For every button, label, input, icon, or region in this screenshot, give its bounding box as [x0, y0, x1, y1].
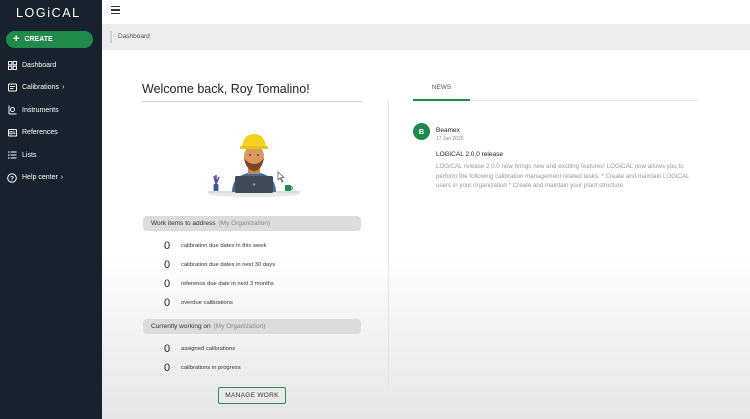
work-item-count: 0 — [164, 259, 171, 271]
sidebar-item-dashboard[interactable]: Dashboard — [0, 54, 102, 77]
page-title: Welcome back, Roy Tomalino! — [142, 82, 310, 96]
instruments-icon — [7, 105, 17, 115]
currently-working-title: Currently working on — [151, 323, 211, 330]
currently-working-header: Currently working on (My Organization) — [143, 319, 361, 334]
sidebar-item-label: References — [22, 129, 58, 137]
column-divider — [388, 100, 389, 390]
main-content: Welcome back, Roy Tomalino! Work items t… — [102, 50, 750, 419]
breadcrumb-accent — [110, 31, 112, 43]
manage-work-button[interactable]: MANAGE WORK — [218, 387, 286, 404]
work-item-row[interactable]: 0 overdue calibrations — [164, 297, 233, 309]
news-title: LOGiCAL 2.0.0 release — [436, 151, 503, 158]
chevron-right-icon: › — [60, 174, 64, 182]
work-item-count: 0 — [164, 240, 171, 252]
work-item-count: 0 — [164, 362, 171, 374]
news-divider — [470, 100, 698, 101]
work-item-count: 0 — [164, 278, 171, 290]
tab-news[interactable]: NEWS — [413, 84, 470, 91]
sidebar-item-instruments[interactable]: Instruments — [0, 99, 102, 122]
work-item-label: calibration due dates in next 30 days — [181, 262, 276, 268]
work-item-label: overdue calibrations — [181, 300, 233, 306]
sidebar: LOGiCAL + CREATE Dashboard Calibrations … — [0, 0, 102, 419]
sidebar-item-label: Lists — [22, 151, 37, 159]
work-item-label: reference due date in next 3 months — [181, 281, 274, 287]
create-button-label: CREATE — [24, 36, 53, 43]
sidebar-item-references[interactable]: References — [0, 122, 102, 145]
news-date: 17 Jun 2020 — [436, 136, 464, 142]
sidebar-nav: Dashboard Calibrations › Instruments Ref… — [0, 54, 102, 189]
work-item-label: calibration due dates in this week — [181, 243, 267, 249]
app-logo[interactable]: LOGiCAL — [16, 6, 81, 20]
dashboard-icon — [7, 60, 17, 70]
work-items-title: Work items to address — [151, 220, 216, 227]
welcome-illustration — [208, 134, 300, 197]
work-item-count: 0 — [164, 297, 171, 309]
news-body: LOGiCAL release 2.0.0 now brings new and… — [436, 163, 690, 190]
sidebar-item-label: Calibrations — [22, 84, 59, 92]
references-icon — [7, 128, 17, 138]
sidebar-item-label: Instruments — [22, 106, 59, 114]
work-item-row[interactable]: 0 reference due date in next 3 months — [164, 278, 274, 290]
work-item-row[interactable]: 0 calibrations in progress — [164, 362, 241, 374]
top-bar — [102, 0, 750, 24]
svg-text:?: ? — [10, 175, 14, 182]
breadcrumb[interactable]: Dashboard — [118, 33, 150, 40]
sidebar-item-label: Dashboard — [22, 61, 57, 69]
lists-icon — [7, 150, 17, 160]
news-author: Beamex — [436, 127, 460, 134]
work-items-header: Work items to address (My Organization) — [143, 216, 361, 231]
breadcrumb-bar: Dashboard — [102, 24, 750, 50]
work-item-row[interactable]: 0 calibration due dates in next 30 days — [164, 259, 275, 271]
currently-working-scope: (My Organization) — [213, 323, 266, 330]
plus-icon: + — [13, 33, 20, 45]
chevron-right-icon: › — [61, 84, 65, 92]
sidebar-item-lists[interactable]: Lists — [0, 144, 102, 167]
help-icon: ? — [7, 172, 17, 183]
work-item-row[interactable]: 0 assigned calibrations — [164, 343, 235, 355]
calibrations-icon — [7, 83, 17, 93]
avatar: B — [413, 123, 430, 140]
work-item-label: calibrations in progress — [181, 365, 241, 371]
tab-news-indicator — [413, 99, 470, 101]
sidebar-item-label: Help center — [22, 174, 58, 182]
menu-icon[interactable] — [111, 6, 120, 14]
work-item-row[interactable]: 0 calibration due dates in this week — [164, 240, 266, 252]
create-button[interactable]: + CREATE — [6, 31, 93, 48]
work-items-scope: (My Organization) — [218, 220, 271, 227]
work-item-label: assigned calibrations — [181, 346, 236, 352]
sidebar-item-calibrations[interactable]: Calibrations › — [0, 77, 102, 100]
sidebar-item-help-center[interactable]: ? Help center › — [0, 167, 102, 190]
work-item-count: 0 — [164, 343, 171, 355]
title-divider — [142, 101, 362, 102]
